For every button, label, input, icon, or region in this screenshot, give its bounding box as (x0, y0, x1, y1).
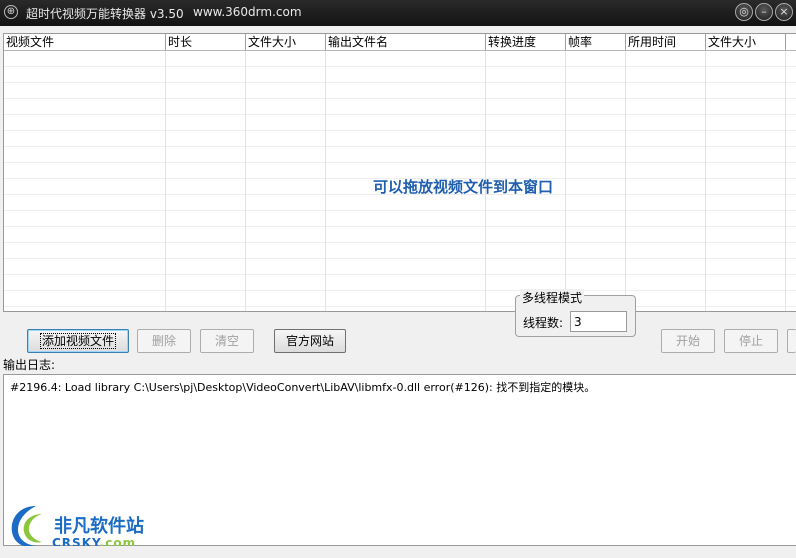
column-header-output-name[interactable]: 输出文件名 (326, 34, 486, 50)
column-divider (785, 51, 786, 311)
column-header-file-size[interactable]: 文件大小 (246, 34, 326, 50)
add-video-button[interactable]: 添加视频文件 (27, 329, 129, 353)
column-header-extra[interactable] (786, 34, 796, 50)
crsky-watermark: 非凡软件站 CRSKY.com (6, 500, 162, 552)
crsky-logo-icon (11, 506, 42, 548)
app-icon[interactable]: ⊕ (4, 5, 18, 19)
thread-count-input[interactable] (570, 311, 627, 332)
stop-button[interactable]: 停止 (724, 329, 778, 353)
window-title: 超时代视频万能转换器 v3.50 (26, 7, 184, 21)
add-video-label: 添加视频文件 (39, 333, 117, 349)
clear-button[interactable]: 清空 (200, 329, 254, 353)
column-header-video-file[interactable]: 视频文件 (4, 34, 166, 50)
main-window: ⊕ 超时代视频万能转换器 v3.50 www.360drm.com ◎ – × … (0, 0, 796, 558)
watermark-title: 非凡软件站 (54, 516, 144, 537)
video-file-list[interactable]: 视频文件 时长 文件大小 输出文件名 转换进度 帧率 所用时间 文件大小 可以拖… (3, 33, 796, 312)
column-divider (325, 51, 326, 311)
minimize-button[interactable]: – (755, 3, 773, 21)
start-button[interactable]: 开始 (661, 329, 715, 353)
drop-hint: 可以拖放视频文件到本窗口 (373, 178, 554, 196)
status-bar (0, 546, 796, 558)
column-divider (245, 51, 246, 311)
official-website-button[interactable]: 官方网站 (274, 329, 346, 353)
window-url: www.360drm.com (193, 5, 302, 19)
column-divider (705, 51, 706, 311)
menu-button[interactable]: ◎ (735, 3, 753, 21)
column-divider (565, 51, 566, 311)
column-header-time-used[interactable]: 所用时间 (626, 34, 706, 50)
extra-button[interactable] (787, 329, 796, 353)
thread-count-label: 线程数: (523, 316, 564, 330)
column-divider (625, 51, 626, 311)
title-bar[interactable]: ⊕ 超时代视频万能转换器 v3.50 www.360drm.com ◎ – × (0, 0, 796, 26)
column-header-duration[interactable]: 时长 (166, 34, 246, 50)
thread-settings-group: 多线程模式 线程数: (515, 289, 636, 337)
column-header-output-size[interactable]: 文件大小 (706, 34, 786, 50)
thread-group-title: 多线程模式 (520, 289, 585, 306)
log-label: 输出日志: (3, 358, 56, 372)
column-header-frame-rate[interactable]: 帧率 (566, 34, 626, 50)
column-divider (165, 51, 166, 311)
log-line: #2196.4: Load library C:\Users\pj\Deskto… (10, 381, 596, 394)
column-header-progress[interactable]: 转换进度 (486, 34, 566, 50)
delete-button[interactable]: 删除 (137, 329, 191, 353)
close-button[interactable]: × (775, 3, 793, 21)
list-header: 视频文件 时长 文件大小 输出文件名 转换进度 帧率 所用时间 文件大小 (4, 34, 796, 51)
